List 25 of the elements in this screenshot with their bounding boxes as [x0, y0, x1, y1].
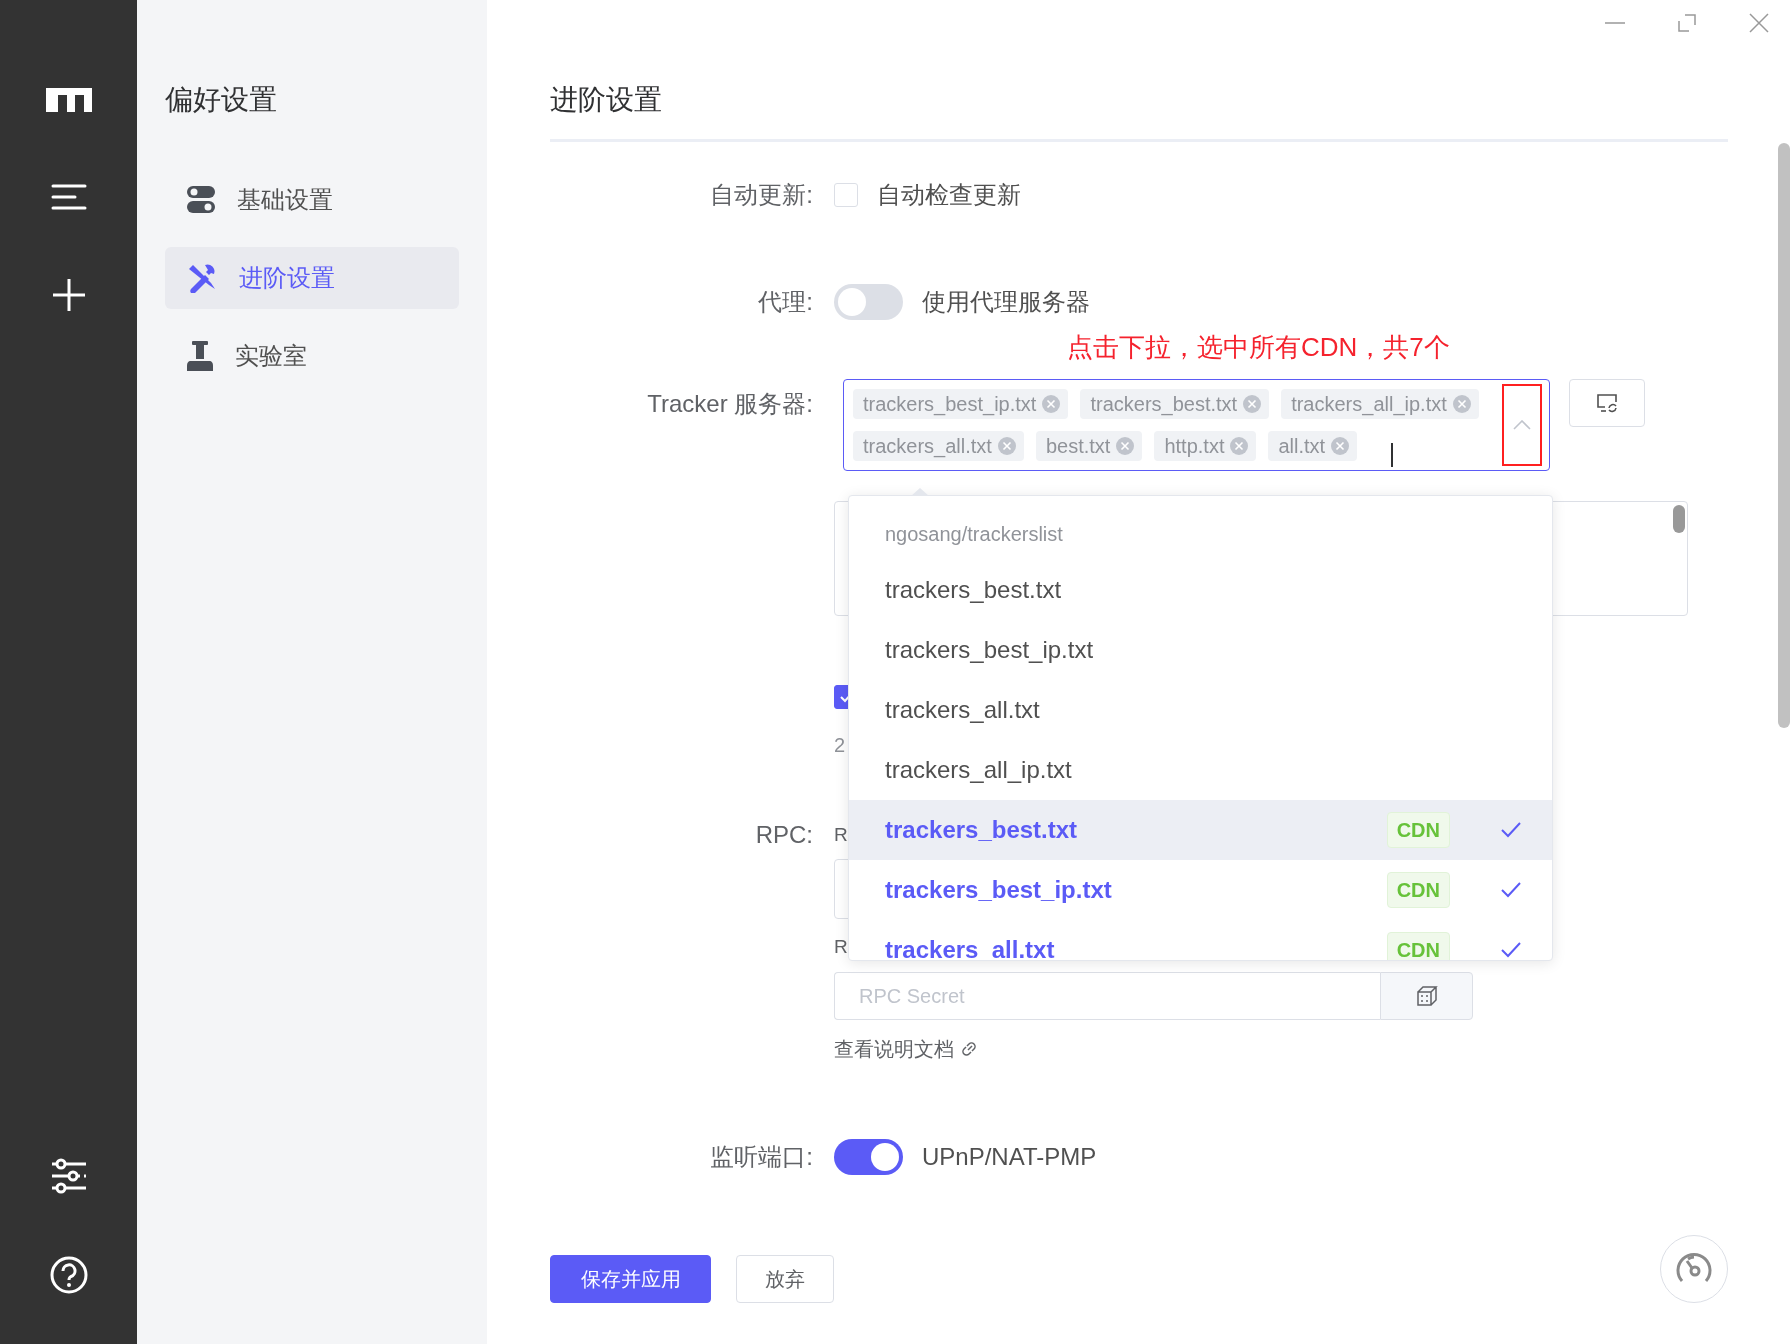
field-label: 代理: — [757, 287, 813, 317]
annotation-text: 点击下拉，选中所有CDN，共7个 — [1067, 331, 1450, 364]
field-label: 监听端口: — [709, 1142, 813, 1172]
group-label: ngosang/trackerslist — [884, 522, 1064, 547]
tag: all.txt — [1268, 431, 1358, 461]
toggle-label: 使用代理服务器 — [922, 287, 1090, 317]
field-label: Tracker 服务器: — [646, 389, 813, 419]
field-label: R — [834, 936, 848, 958]
tag: best.txt — [1035, 431, 1143, 461]
tag: trackers_best.txt — [1080, 389, 1270, 419]
tag: trackers_best_ip.txt — [853, 389, 1069, 419]
field-label: 自动更新: — [709, 180, 813, 210]
option-text: R — [834, 824, 848, 846]
tag: trackers_all_ip.txt — [1281, 389, 1479, 419]
toggle-label: UPnP/NAT-PMP — [922, 1143, 1097, 1171]
cdn-badge: CDN — [1386, 812, 1450, 848]
page-title: 进阶设置 — [550, 83, 663, 117]
tag: http.txt — [1154, 431, 1257, 461]
tag: trackers_all.txt — [853, 431, 1024, 461]
hint-text: 2 — [834, 733, 846, 757]
checkbox-label: 自动检查更新 — [877, 180, 1021, 210]
cdn-badge: CDN — [1386, 872, 1450, 908]
field-label: RPC: — [754, 821, 813, 849]
cdn-badge: CDN — [1386, 932, 1450, 960]
panel-title: 偏好设置 — [165, 83, 278, 117]
